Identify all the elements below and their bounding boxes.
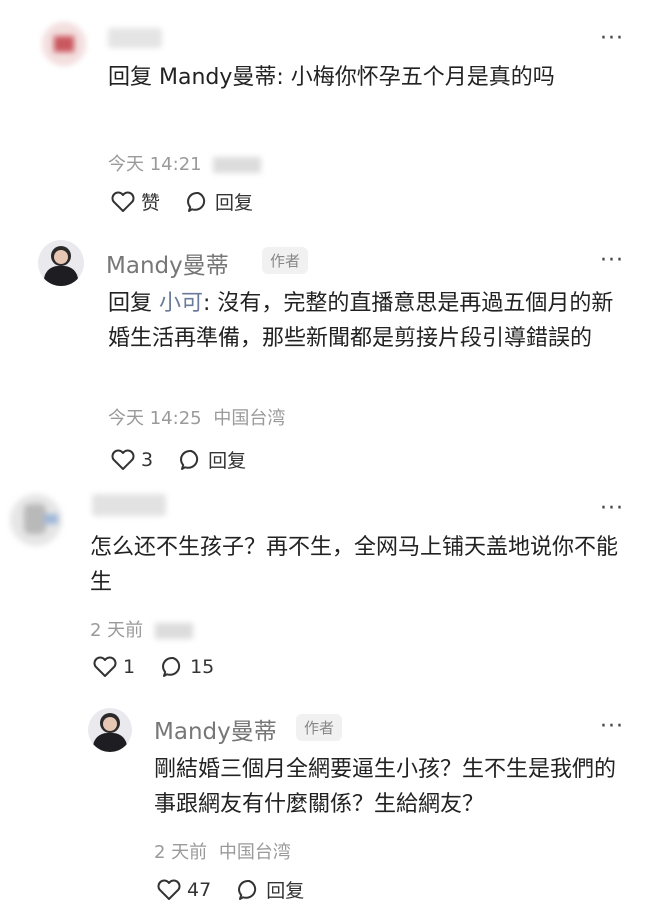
like-button[interactable]: 47 xyxy=(156,878,211,902)
comment-meta: 今天 14:21 xyxy=(108,150,262,176)
reply-button[interactable]: 回复 xyxy=(186,188,253,215)
like-label: 赞 xyxy=(141,192,161,214)
comment-text: 怎么还不生孩子？再不生，全网马上铺天盖地说你不能生 xyxy=(90,530,625,600)
avatar[interactable] xyxy=(38,240,84,286)
like-button[interactable]: 赞 xyxy=(110,188,160,215)
comment-bubble-icon xyxy=(238,879,257,900)
avatar[interactable] xyxy=(42,22,86,66)
timestamp: 今天 14:21 xyxy=(108,154,202,175)
comment-actions: 47 回复 xyxy=(156,876,330,903)
username[interactable]: Mandy曼蒂 xyxy=(106,246,229,280)
more-options-icon[interactable]: ··· xyxy=(600,26,624,51)
more-options-icon[interactable]: ··· xyxy=(600,496,624,521)
comment-text: 回复 小可: 沒有，完整的直播意思是再過五個月的新婚生活再準備，那些新聞都是剪接… xyxy=(108,286,633,356)
reply-prefix: 回复 xyxy=(108,291,159,316)
heart-icon xyxy=(111,191,135,212)
reply-button[interactable]: 回复 xyxy=(237,876,304,903)
author-badge: 作者 xyxy=(262,247,309,274)
location: 中国台湾 xyxy=(213,408,286,429)
heart-icon xyxy=(111,449,135,470)
avatar[interactable] xyxy=(88,708,132,752)
reply-button[interactable]: 15 xyxy=(161,655,214,679)
more-options-icon[interactable]: ··· xyxy=(600,714,624,739)
avatar[interactable] xyxy=(10,494,62,546)
author-badge: 作者 xyxy=(296,714,343,741)
like-button[interactable]: 1 xyxy=(92,655,135,679)
comment-actions: 3 回复 xyxy=(110,446,272,473)
comment-meta: 2 天前 中国台湾 xyxy=(154,838,291,864)
heart-icon xyxy=(157,879,181,900)
heart-icon xyxy=(93,656,117,677)
reply-button[interactable]: 回复 xyxy=(179,446,246,473)
timestamp: 今天 14:25 xyxy=(108,408,202,429)
comment-meta: 今天 14:25 中国台湾 xyxy=(108,404,285,430)
timestamp: 2 天前 xyxy=(154,842,208,863)
comment-text: 回复 Mandy曼蒂: 小梅你怀孕五个月是真的吗 xyxy=(108,60,633,95)
mention-link[interactable]: 小可 xyxy=(159,291,203,316)
timestamp: 2 天前 xyxy=(90,620,144,641)
comment-actions: 1 15 xyxy=(92,655,240,679)
like-count: 3 xyxy=(141,448,154,471)
username-blurred[interactable] xyxy=(108,28,162,48)
like-button[interactable]: 3 xyxy=(110,448,153,472)
username[interactable]: Mandy曼蒂 xyxy=(154,712,277,746)
comment-bubble-icon xyxy=(187,191,206,212)
reply-label: 回复 xyxy=(215,192,254,214)
reply-label: 回复 xyxy=(266,880,305,902)
comment-bubble-icon xyxy=(180,449,199,470)
location-blurred xyxy=(213,157,262,173)
like-count: 1 xyxy=(123,656,136,678)
comment-body: 剛結婚三個月全網要逼生小孩？生不生是我們的事跟網友有什麼關係？生給網友？ xyxy=(154,757,617,817)
reply-label: 回复 xyxy=(208,450,247,472)
username-blurred[interactable] xyxy=(92,494,166,516)
comment-body: 小梅你怀孕五个月是真的吗 xyxy=(290,65,555,90)
comment-body: 怎么还不生孩子？再不生，全网马上铺天盖地说你不能生 xyxy=(90,535,619,595)
more-options-icon[interactable]: ··· xyxy=(600,248,624,273)
reply-prefix: 回复 Mandy曼蒂: xyxy=(108,65,291,90)
comment-meta: 2 天前 xyxy=(90,616,193,642)
like-count: 47 xyxy=(187,878,212,901)
location-blurred xyxy=(154,623,193,639)
comment-actions: 赞 回复 xyxy=(110,188,279,215)
comment-text: 剛結婚三個月全網要逼生小孩？生不生是我們的事跟網友有什麼關係？生給網友？ xyxy=(154,752,634,822)
location: 中国台湾 xyxy=(218,842,291,863)
comment-bubble-icon xyxy=(162,656,181,677)
reply-count: 15 xyxy=(190,656,215,678)
